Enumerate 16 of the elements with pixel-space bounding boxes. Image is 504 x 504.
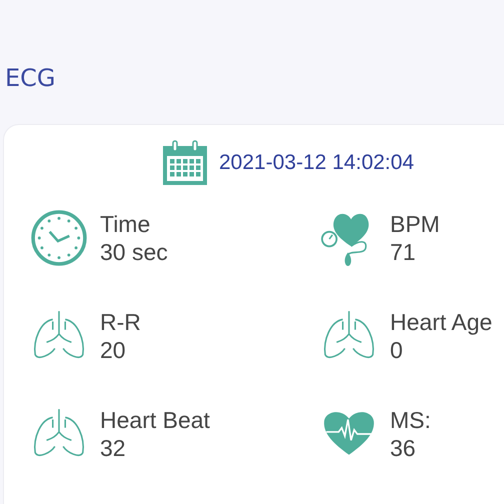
page-title: ECG [5, 63, 57, 94]
calendar-icon [161, 139, 209, 187]
clock-icon [30, 209, 88, 267]
metric-value: 32 [100, 434, 127, 462]
metric-label: Heart Beat [100, 406, 210, 434]
metric-value: 71 [390, 238, 417, 266]
record-datetime: 2021-03-12 14:02:04 [219, 151, 414, 175]
metric-label: BPM [390, 210, 440, 238]
metric-value: 20 [100, 336, 127, 364]
metric-label: Time [100, 210, 152, 238]
metric-label: Heart Age [390, 308, 492, 336]
metric-value: 36 [390, 434, 417, 462]
metric-label: MS: [390, 406, 431, 434]
metric-value: 0 [390, 336, 404, 364]
metric-label: R-R [100, 308, 141, 336]
metric-value: 30 sec [100, 238, 168, 266]
